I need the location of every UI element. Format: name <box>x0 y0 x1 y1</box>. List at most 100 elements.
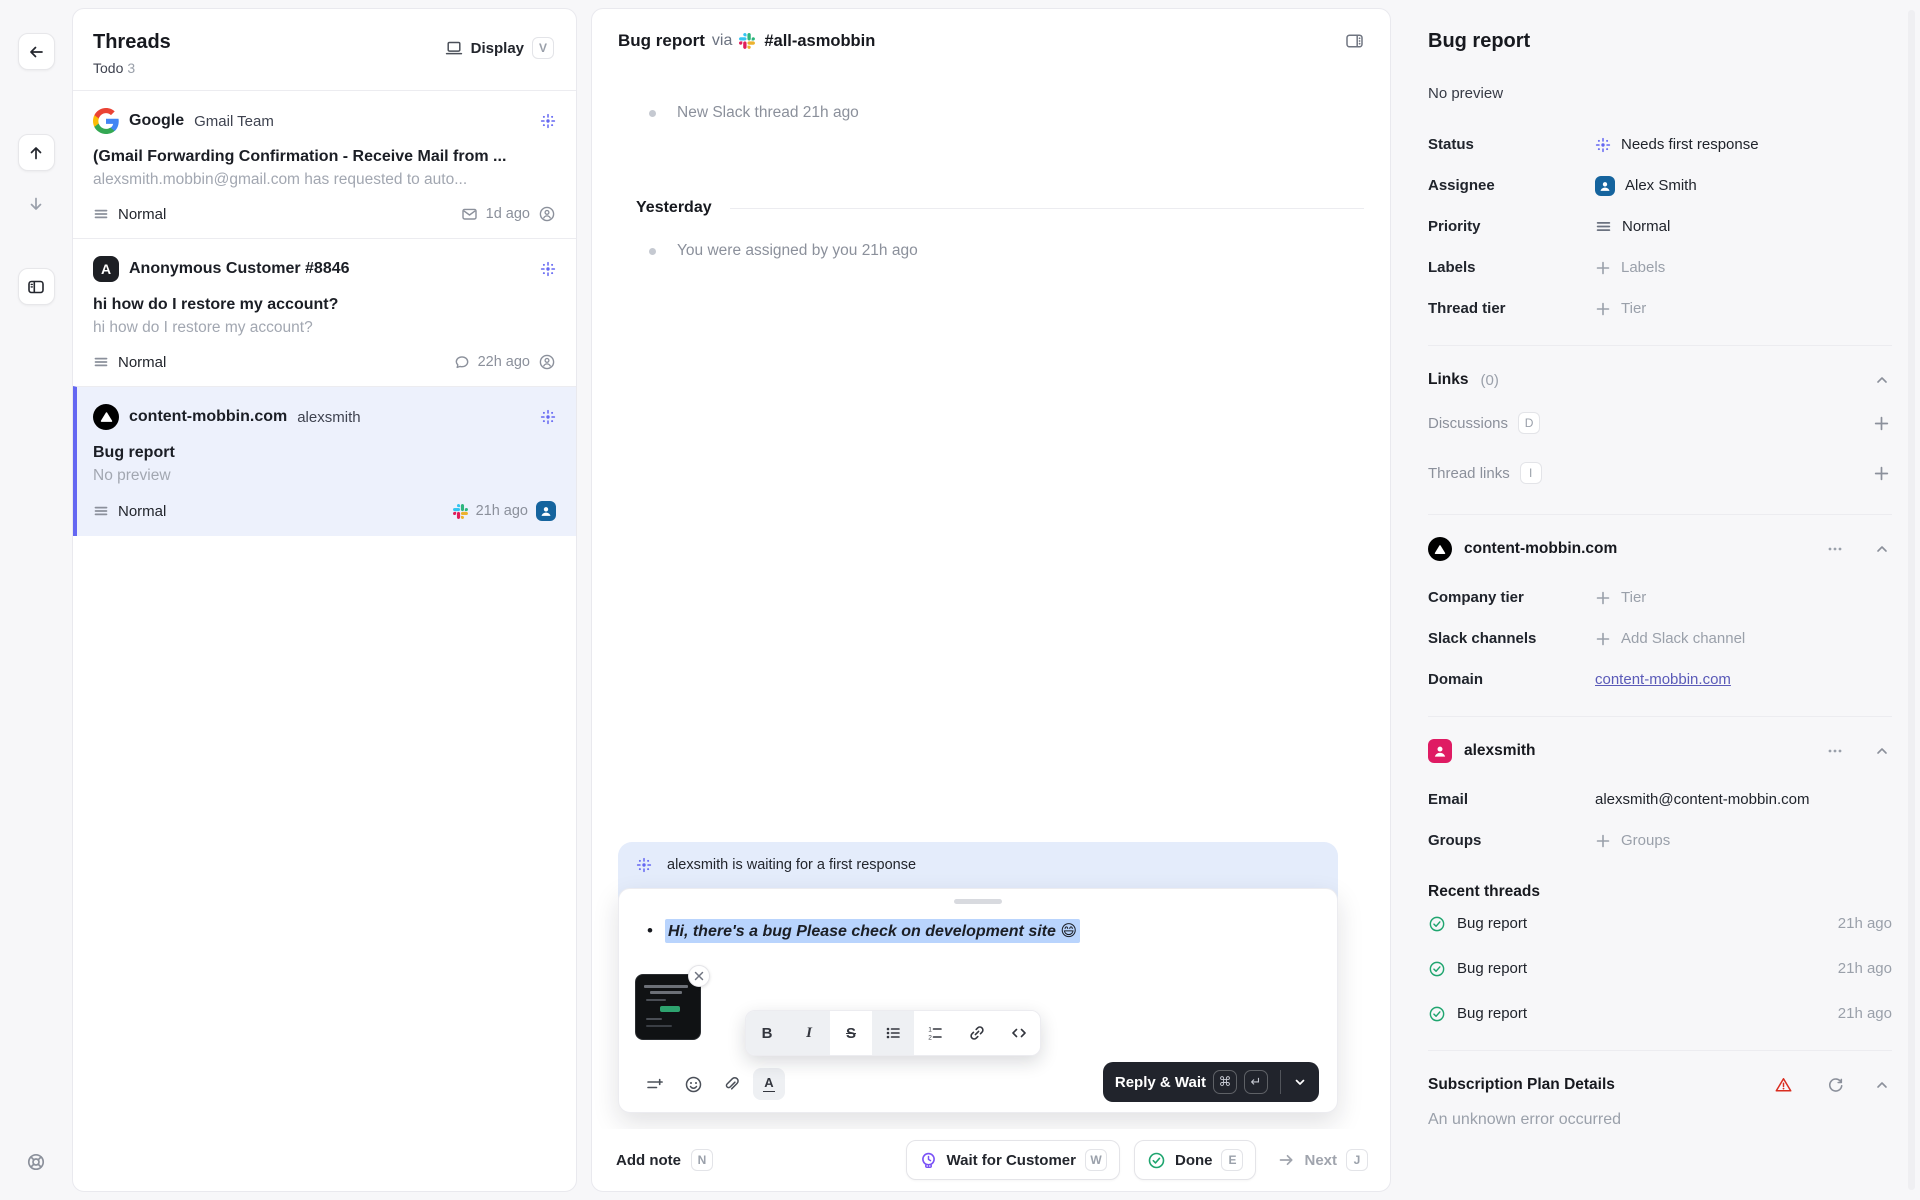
reply-wait-button[interactable]: Reply & Wait ⌘ ↵ <box>1103 1062 1280 1102</box>
done-button[interactable]: Done E <box>1134 1140 1257 1180</box>
add-company-tier-button[interactable]: Tier <box>1595 589 1646 606</box>
threads-panel: Threads Todo3 Display V Google Gmail Tea… <box>72 8 577 1192</box>
assignee-value[interactable]: Alex Smith <box>1595 176 1697 196</box>
back-button[interactable] <box>18 33 55 70</box>
code-button[interactable] <box>998 1011 1040 1055</box>
add-discussion-button[interactable] <box>1871 413 1892 434</box>
thread-card-google[interactable]: Google Gmail Team (Gmail Forwarding Conf… <box>73 90 576 238</box>
thread-priority[interactable]: Normal <box>93 503 166 520</box>
composer-text-selected[interactable]: Hi, there's a bug Please check on develo… <box>665 919 1080 943</box>
collapse-company-button[interactable] <box>1872 539 1892 559</box>
customer-avatar <box>1428 739 1452 763</box>
image-attachment[interactable] <box>635 974 701 1040</box>
conversation-title: Bug report <box>618 31 705 51</box>
strikethrough-button[interactable]: S <box>830 1011 872 1055</box>
help-button[interactable] <box>18 1143 55 1180</box>
add-slack-channel-button[interactable]: Add Slack channel <box>1595 630 1745 647</box>
add-tier-button[interactable]: Tier <box>1595 300 1646 317</box>
customer-menu-button[interactable] <box>1824 741 1846 761</box>
recent-thread-time: 21h ago <box>1838 915 1892 932</box>
domain-row: Domain content-mobbin.com <box>1428 659 1892 700</box>
italic-button[interactable]: I <box>788 1011 830 1055</box>
thread-priority[interactable]: Normal <box>93 354 166 371</box>
recent-thread-item[interactable]: Bug report 21h ago <box>1428 991 1892 1036</box>
composer-editor[interactable]: • Hi, there's a bug Please check on deve… <box>619 918 1337 944</box>
details-title: Bug report <box>1428 30 1892 53</box>
labels-placeholder: Labels <box>1621 259 1665 276</box>
status-label: Status <box>1428 136 1595 153</box>
company-menu-button[interactable] <box>1824 539 1846 559</box>
warning-icon <box>1774 1076 1793 1094</box>
plus-icon <box>1595 631 1611 647</box>
thread-preview: hi how do I restore my account? <box>93 319 556 337</box>
insert-snippet-button[interactable] <box>639 1068 671 1100</box>
numbered-list-icon: 12 <box>926 1024 944 1042</box>
status-text: Needs first response <box>1621 136 1759 153</box>
collapse-subscription-button[interactable] <box>1872 1075 1892 1095</box>
threads-title: Threads <box>93 31 171 54</box>
toggle-details-panel-button[interactable] <box>1345 32 1364 50</box>
subscription-title: Subscription Plan Details <box>1428 1076 1615 1094</box>
plus-icon <box>1873 465 1890 482</box>
needs-response-sparkle-icon <box>636 857 652 873</box>
needs-response-sparkle-icon <box>1595 137 1611 153</box>
attach-file-button[interactable] <box>715 1068 747 1100</box>
display-button[interactable]: Display V <box>445 37 554 59</box>
priority-label: Normal <box>118 206 166 223</box>
content-mobbin-logo-icon <box>93 404 119 430</box>
domain-link[interactable]: content-mobbin.com <box>1595 671 1731 688</box>
domain-label: Domain <box>1428 671 1595 688</box>
format-toolbar: B I S 12 <box>745 1010 1041 1056</box>
link-button[interactable] <box>956 1011 998 1055</box>
wait-for-customer-button[interactable]: Wait for Customer W <box>906 1140 1120 1180</box>
needs-response-sparkle-icon <box>540 261 556 277</box>
recent-thread-item[interactable]: Bug report 21h ago <box>1428 901 1892 946</box>
refresh-button[interactable] <box>1825 1075 1846 1096</box>
cmd-key-badge: ⌘ <box>1213 1070 1237 1094</box>
bullet-list-button[interactable] <box>872 1011 914 1055</box>
thread-subject: Bug report <box>93 444 556 462</box>
next-button[interactable]: Next J <box>1278 1149 1368 1171</box>
return-key-badge: ↵ <box>1244 1070 1268 1094</box>
slack-channels-label: Slack channels <box>1428 630 1595 647</box>
priority-normal-icon <box>1595 218 1612 235</box>
status-value[interactable]: Needs first response <box>1595 136 1759 153</box>
add-note-label: Add note <box>616 1152 681 1169</box>
snippet-sliders-icon <box>646 1076 664 1093</box>
collapse-links-button[interactable] <box>1872 370 1892 390</box>
thread-priority[interactable]: Normal <box>93 206 166 223</box>
reply-options-button[interactable] <box>1281 1062 1319 1102</box>
thread-sender: alexsmith <box>297 409 360 426</box>
thread-card-anonymous[interactable]: A Anonymous Customer #8846 hi how do I r… <box>73 238 576 386</box>
thread-company: Google <box>129 112 184 130</box>
remove-attachment-button[interactable] <box>688 965 710 987</box>
numbered-list-button[interactable]: 12 <box>914 1011 956 1055</box>
recent-thread-item[interactable]: Bug report 21h ago <box>1428 946 1892 991</box>
add-groups-button[interactable]: Groups <box>1595 832 1670 849</box>
bold-button[interactable]: B <box>746 1011 788 1055</box>
add-note-button[interactable]: Add noteN <box>616 1149 713 1171</box>
thread-tier-label: Thread tier <box>1428 300 1595 317</box>
company-tier-row: Company tier Tier <box>1428 577 1892 618</box>
thread-company: content-mobbin.com <box>129 408 287 426</box>
recent-thread-name: Bug report <box>1457 1005 1527 1022</box>
thread-card-content-mobbin[interactable]: content-mobbin.com alexsmith Bug report … <box>73 386 576 536</box>
section-divider <box>1428 1050 1892 1051</box>
toggle-sidebar-button[interactable] <box>18 268 55 305</box>
previous-thread-button[interactable] <box>18 134 55 171</box>
wait-shortcut-badge: W <box>1085 1149 1107 1171</box>
close-icon <box>694 971 704 981</box>
add-labels-button[interactable]: Labels <box>1595 259 1665 276</box>
text-style-button[interactable]: A <box>753 1068 785 1100</box>
emoji-button[interactable] <box>677 1068 709 1100</box>
chat-channel-icon <box>454 354 470 370</box>
priority-value[interactable]: Normal <box>1595 218 1670 235</box>
collapse-customer-button[interactable] <box>1872 741 1892 761</box>
timeline-dot <box>649 110 656 117</box>
scrollbar-track[interactable] <box>1908 10 1915 1190</box>
add-thread-link-button[interactable] <box>1871 463 1892 484</box>
threads-filter[interactable]: Todo3 <box>93 60 171 76</box>
filter-label: Todo <box>93 60 123 76</box>
next-thread-button[interactable] <box>18 185 55 222</box>
composer-drag-handle[interactable] <box>954 899 1002 904</box>
